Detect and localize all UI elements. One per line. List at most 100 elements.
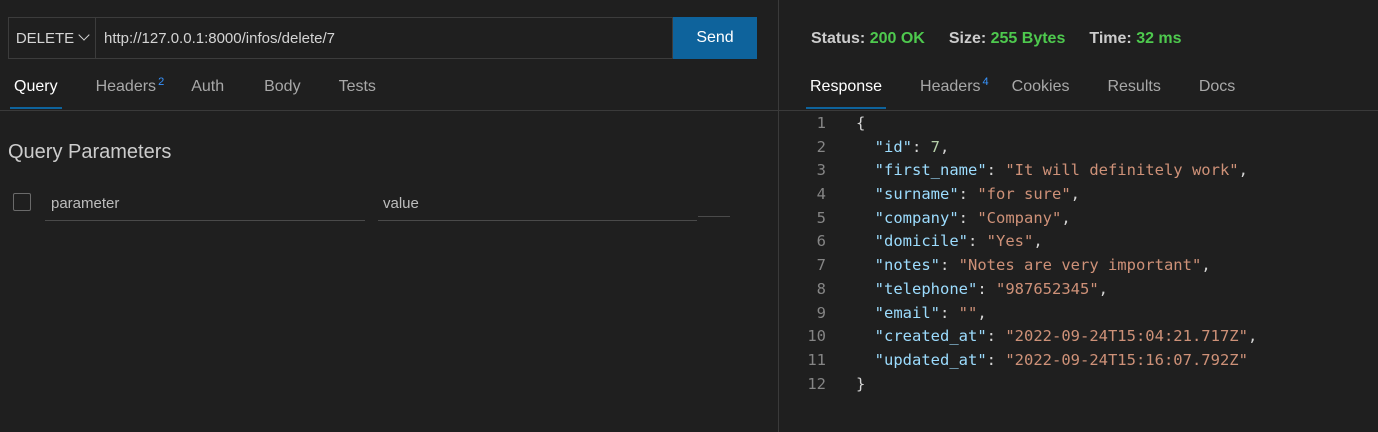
response-status: Status: 200 OK Size: 255 Bytes Time: 32 … [811, 30, 1206, 48]
line-number: 6 [816, 232, 826, 251]
line-number: 12 [807, 374, 826, 393]
tab-docs[interactable]: Docs [1199, 78, 1235, 110]
line-number: 2 [816, 137, 826, 156]
code-content: "first_name": "It will definitely work", [856, 159, 1248, 183]
time-label: Time: [1089, 30, 1132, 47]
time-item: Time: 32 ms [1089, 30, 1181, 48]
tab-label: Response [810, 78, 883, 95]
json-colon: : [912, 137, 931, 156]
json-key: "email" [874, 303, 940, 322]
json-string: "Company" [977, 208, 1062, 227]
response-body[interactable]: 1{2 "id": 7, 3 "first_name": "It will def… [779, 112, 1378, 396]
chevron-down-icon [78, 29, 90, 41]
response-panel: Status: 200 OK Size: 255 Bytes Time: 32 … [779, 0, 1378, 432]
json-key: "created_at" [874, 327, 987, 346]
tab-auth[interactable]: Auth [191, 78, 224, 110]
tab-label: Cookies [1011, 78, 1070, 95]
tab-tests[interactable]: Tests [339, 78, 376, 110]
request-bar: DELETE http://127.0.0.1:8000/infos/delet… [8, 17, 757, 59]
json-string: "It will definitely work" [1005, 161, 1239, 180]
json-colon: : [986, 327, 1006, 346]
json-string: "Notes are very important" [958, 256, 1202, 275]
code-line: 8 "telephone": "987652345", [779, 278, 1378, 302]
tab-query[interactable]: Query [10, 78, 62, 110]
code-line: 12} [779, 373, 1378, 397]
line-number: 3 [816, 161, 826, 180]
json-comma: , [1238, 161, 1248, 180]
json-key: "surname" [874, 185, 959, 204]
tabs-divider [779, 110, 1378, 111]
code-line: 9 "email": "", [779, 302, 1378, 326]
request-tabs: Query Headers 2 Auth Body Tests [10, 76, 376, 110]
line-number: 7 [816, 256, 826, 275]
code-content: } [856, 373, 865, 397]
status-item: Status: 200 OK [811, 30, 925, 48]
send-button[interactable]: Send [673, 17, 757, 59]
json-key: "telephone" [874, 279, 978, 298]
tab-cookies[interactable]: Cookies [1012, 78, 1070, 110]
code-line: 4 "surname": "for sure", [779, 183, 1378, 207]
headers-count-badge: 2 [158, 76, 165, 88]
value-input[interactable]: value [378, 186, 697, 221]
json-comma: , [1033, 232, 1043, 251]
code-content: "surname": "for sure", [856, 183, 1080, 207]
param-checkbox[interactable] [13, 193, 31, 211]
tab-label: Results [1107, 78, 1161, 95]
method-label: DELETE [15, 29, 75, 47]
tab-label: Headers [95, 78, 157, 95]
json-comma: , [1098, 279, 1108, 298]
json-colon: : [986, 161, 1006, 180]
json-key: "id" [874, 137, 912, 156]
tab-label: Body [264, 78, 301, 95]
tab-headers[interactable]: Headers 2 [95, 76, 165, 110]
code-line: 1{ [779, 112, 1378, 136]
code-line: 6 "domicile": "Yes", [779, 230, 1378, 254]
request-panel: DELETE http://127.0.0.1:8000/infos/delet… [0, 0, 778, 432]
code-line: 3 "first_name": "It will definitely work… [779, 159, 1378, 183]
json-key: "domicile" [874, 232, 968, 251]
json-brace: } [856, 374, 866, 393]
json-string: "for sure" [977, 185, 1071, 204]
tab-results[interactable]: Results [1107, 78, 1160, 110]
method-select[interactable]: DELETE [8, 17, 95, 59]
url-input[interactable]: http://127.0.0.1:8000/infos/delete/7 [95, 17, 673, 59]
status-label: Status: [811, 30, 866, 47]
json-brace: { [856, 114, 866, 132]
json-comma: , [1070, 185, 1081, 204]
json-key: "updated_at" [874, 350, 987, 369]
json-comma: , [1247, 327, 1258, 346]
code-content: "telephone": "987652345", [856, 278, 1108, 302]
line-number: 8 [816, 279, 826, 298]
code-line: 7 "notes": "Notes are very important", [779, 254, 1378, 278]
tab-body[interactable]: Body [264, 78, 300, 110]
tab-response-headers[interactable]: Headers 4 [920, 76, 989, 110]
json-number: 7 [930, 137, 941, 156]
json-comma: , [977, 303, 987, 322]
code-content: "notes": "Notes are very important", [856, 254, 1211, 278]
tab-response[interactable]: Response [805, 78, 887, 110]
line-number: 10 [807, 327, 826, 346]
json-comma: , [1061, 208, 1071, 227]
json-colon: : [940, 256, 959, 275]
code-line: 5 "company": "Company", [779, 207, 1378, 231]
json-key: "notes" [874, 256, 940, 275]
size-item: Size: 255 Bytes [949, 30, 1066, 48]
line-number: 5 [816, 208, 826, 227]
parameter-input[interactable]: parameter [45, 186, 365, 221]
json-string: "987652345" [996, 279, 1099, 298]
headers-count-badge: 4 [982, 76, 989, 88]
json-comma: , [940, 137, 950, 156]
json-colon: : [986, 350, 1006, 369]
tab-label: Query [14, 78, 58, 95]
tab-label: Auth [191, 78, 225, 95]
response-tabs: Response Headers 4 Cookies Results Docs [805, 76, 1235, 110]
json-colon: : [968, 232, 987, 251]
code-content: "email": "", [856, 302, 987, 326]
